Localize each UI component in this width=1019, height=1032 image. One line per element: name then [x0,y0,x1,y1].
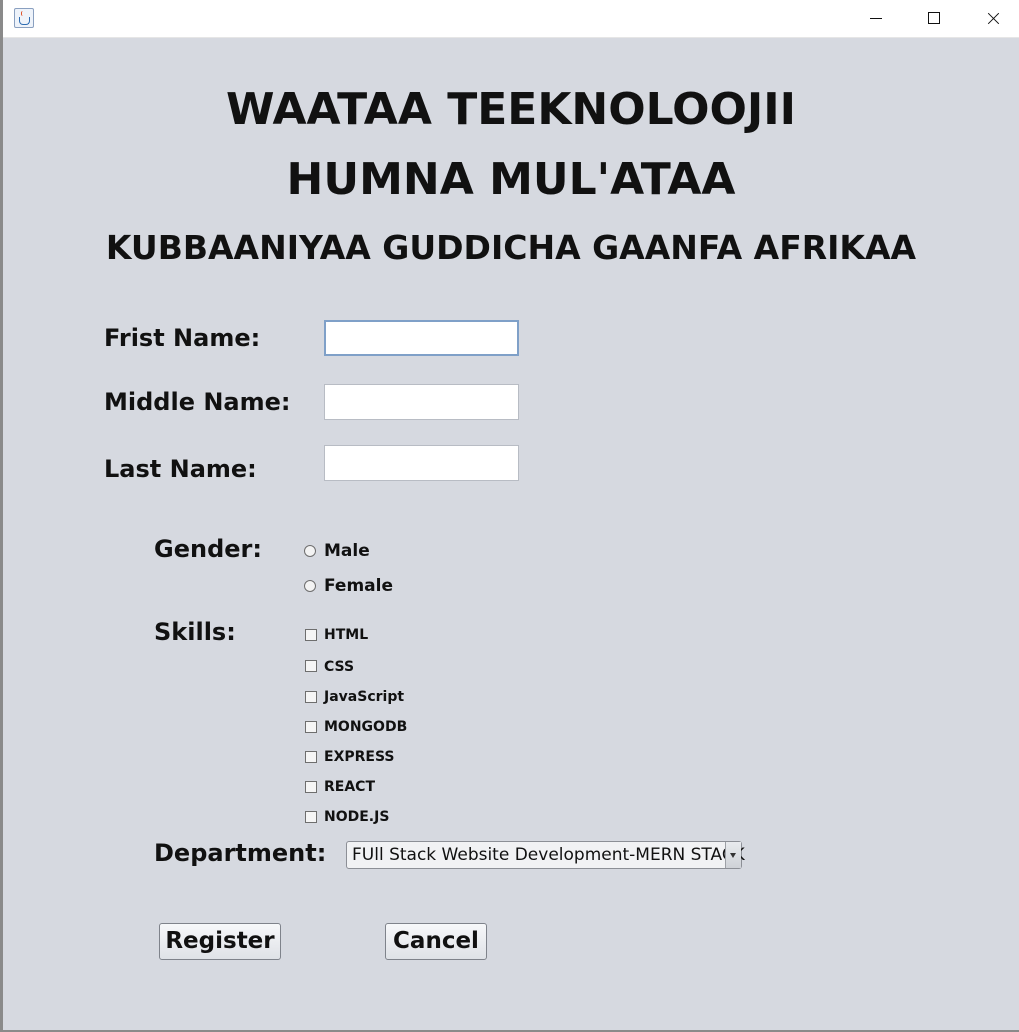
gender-label: Gender: [154,535,262,563]
skills-label: Skills: [154,618,236,646]
skill-html-label[interactable]: HTML [324,627,368,643]
skill-mongodb-label[interactable]: MONGODB [324,719,407,735]
skill-react-label[interactable]: REACT [324,779,375,795]
skill-css-label[interactable]: CSS [324,659,354,675]
skill-mongodb-checkbox[interactable] [305,721,317,733]
gender-female-label[interactable]: Female [324,576,393,596]
maximize-button[interactable] [911,0,957,37]
skill-css-checkbox[interactable] [305,660,317,672]
java-cup-shape [19,17,30,25]
last-name-label: Last Name: [104,455,257,483]
skill-express-checkbox[interactable] [305,751,317,763]
middle-name-label: Middle Name: [104,388,291,416]
heading-line-3: KUBBAANIYAA GUDDICHA GAANFA AFRIKAA [105,228,917,267]
gender-male-radio[interactable] [304,545,316,557]
department-selected-value: FUll Stack Website Development-MERN STAC… [352,845,745,865]
gender-female-radio[interactable] [304,580,316,592]
department-dropdown[interactable]: FUll Stack Website Development-MERN STAC… [346,841,745,869]
dropdown-arrow-button[interactable] [725,842,741,868]
gender-male-label[interactable]: Male [324,541,370,561]
chevron-down-icon [730,853,736,858]
close-button[interactable] [969,0,1015,37]
register-button[interactable]: Register [159,923,281,960]
cancel-button[interactable]: Cancel [385,923,487,960]
skill-express-label[interactable]: EXPRESS [324,749,395,765]
java-steam-shape [21,11,25,16]
registration-window: WAATAA TEEKNOLOOJII HUMNA MUL'ATAA KUBBA… [0,0,1019,1032]
skill-nodejs-label[interactable]: NODE.JS [324,809,389,825]
maximize-icon [928,12,940,24]
middle-name-field[interactable] [324,384,519,420]
heading-line-1: WAATAA TEEKNOLOOJII [225,84,797,135]
title-bar [3,0,1019,38]
minimize-icon [870,18,882,19]
first-name-label: Frist Name: [104,324,261,352]
skill-react-checkbox[interactable] [305,781,317,793]
first-name-field[interactable] [324,320,519,356]
heading-line-2: HUMNA MUL'ATAA [286,154,736,205]
department-label: Department: [154,839,327,867]
minimize-button[interactable] [853,0,899,37]
last-name-field[interactable] [324,445,519,481]
java-app-icon [14,8,34,28]
skill-html-checkbox[interactable] [305,629,317,641]
skill-javascript-checkbox[interactable] [305,691,317,703]
skill-javascript-label[interactable]: JavaScript [324,689,404,705]
skill-nodejs-checkbox[interactable] [305,811,317,823]
